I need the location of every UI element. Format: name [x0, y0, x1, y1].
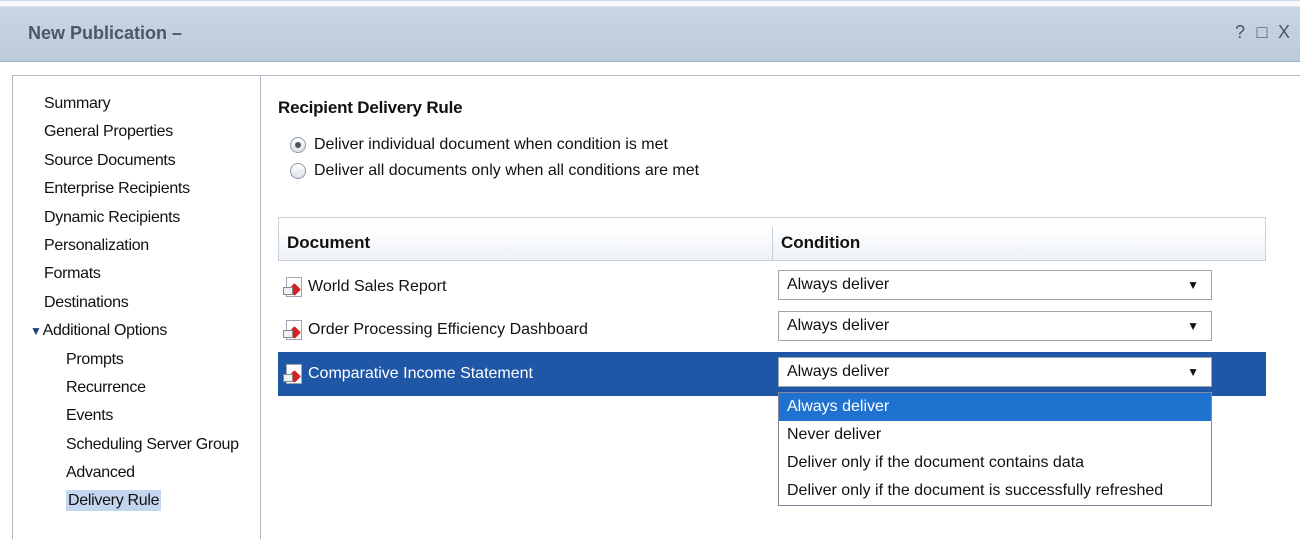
- dropdown-option-successfully-refreshed[interactable]: Deliver only if the document is successf…: [779, 477, 1211, 505]
- sidebar-item-additional-options[interactable]: ▼Additional Options: [30, 317, 260, 345]
- sidebar-item-delivery-rule[interactable]: Delivery Rule: [30, 487, 260, 515]
- radio-deliver-individual[interactable]: Deliver individual document when conditi…: [290, 132, 699, 158]
- sidebar-item-label: Events: [66, 407, 114, 425]
- sidebar-item-label: Formats: [44, 265, 101, 283]
- radio-label: Deliver all documents only when all cond…: [314, 162, 700, 179]
- condition-value: Always deliver: [787, 276, 890, 293]
- sidebar-item-general-properties[interactable]: General Properties: [30, 118, 260, 146]
- sidebar-item-label: Scheduling Server Group: [66, 435, 239, 453]
- grid-top-border: [278, 217, 1266, 227]
- document-icon: [283, 320, 302, 340]
- column-header-document[interactable]: Document: [279, 227, 773, 260]
- table-row[interactable]: World Sales Report Always deliver ▼: [278, 265, 1266, 309]
- condition-dropdown-list: Always deliver Never deliver Deliver onl…: [778, 392, 1212, 506]
- section-title: Recipient Delivery Rule: [278, 98, 463, 117]
- dropdown-option-contains-data[interactable]: Deliver only if the document contains da…: [779, 449, 1211, 477]
- condition-value: Always deliver: [787, 317, 890, 334]
- sidebar-item-label: Source Documents: [44, 151, 176, 169]
- document-cell: World Sales Report: [278, 277, 772, 297]
- sidebar-item-label: Personalization: [44, 236, 149, 254]
- radio-deliver-all[interactable]: Deliver all documents only when all cond…: [290, 158, 699, 184]
- sidebar-item-label: Dynamic Recipients: [44, 208, 180, 226]
- document-name: World Sales Report: [308, 278, 447, 295]
- document-name: Order Processing Efficiency Dashboard: [308, 321, 588, 338]
- sidebar-item-formats[interactable]: Formats: [30, 260, 260, 288]
- sidebar-item-label: Enterprise Recipients: [44, 180, 190, 198]
- sidebar-item-label: Additional Options: [42, 322, 168, 340]
- radio-button-unchecked[interactable]: [290, 163, 306, 179]
- sidebar-item-advanced[interactable]: Advanced: [30, 459, 260, 487]
- sidebar-divider: [260, 76, 261, 539]
- column-header-condition[interactable]: Condition: [773, 227, 1265, 260]
- sidebar-item-label: Summary: [44, 95, 111, 112]
- dropdown-caret-icon[interactable]: ▼: [1187, 278, 1199, 292]
- window-controls: ? □ X: [1232, 22, 1292, 43]
- dropdown-option-always-deliver[interactable]: Always deliver: [779, 393, 1211, 421]
- sidebar-item-prompts[interactable]: Prompts: [30, 346, 260, 374]
- window-titlebar: New Publication – ? □ X: [0, 0, 1300, 62]
- sidebar-item-destinations[interactable]: Destinations: [30, 289, 260, 317]
- help-icon[interactable]: ?: [1232, 22, 1248, 43]
- sidebar-item-label: Destinations: [44, 293, 129, 311]
- sidebar-item-events[interactable]: Events: [30, 402, 260, 430]
- condition-select[interactable]: Always deliver ▼: [778, 357, 1212, 387]
- document-icon: [283, 364, 302, 384]
- table-row-selected[interactable]: Comparative Income Statement Always deli…: [278, 352, 1266, 396]
- close-icon[interactable]: X: [1276, 22, 1292, 43]
- document-cell: Order Processing Efficiency Dashboard: [278, 320, 772, 340]
- expand-arrow-icon: ▼: [30, 324, 42, 339]
- document-cell: Comparative Income Statement: [278, 364, 772, 384]
- sidebar-item-label: Prompts: [66, 350, 124, 368]
- sidebar-item-source-documents[interactable]: Source Documents: [30, 147, 260, 175]
- dropdown-caret-icon[interactable]: ▼: [1187, 319, 1199, 333]
- dropdown-caret-icon[interactable]: ▼: [1187, 365, 1199, 379]
- delivery-rule-grid: Document Condition World Sales Report Al…: [278, 217, 1266, 396]
- sidebar-item-scheduling-server-group[interactable]: Scheduling Server Group: [30, 431, 260, 459]
- condition-select[interactable]: Always deliver ▼: [778, 270, 1212, 300]
- dropdown-option-never-deliver[interactable]: Never deliver: [779, 421, 1211, 449]
- document-icon: [283, 277, 302, 297]
- condition-value: Always deliver: [787, 363, 890, 380]
- sidebar-item-label: General Properties: [44, 123, 173, 141]
- radio-label: Deliver individual document when conditi…: [314, 136, 668, 153]
- radio-button-checked[interactable]: [290, 137, 306, 153]
- condition-select[interactable]: Always deliver ▼: [778, 311, 1212, 341]
- sidebar-item-label: Recurrence: [66, 378, 146, 396]
- grid-header: Document Condition: [278, 227, 1266, 261]
- main-content: Recipient Delivery Rule Deliver individu…: [278, 98, 699, 184]
- document-name: Comparative Income Statement: [308, 365, 533, 382]
- sidebar-item-recurrence[interactable]: Recurrence: [30, 374, 260, 402]
- sidebar-item-enterprise-recipients[interactable]: Enterprise Recipients: [30, 175, 260, 203]
- sidebar-item-dynamic-recipients[interactable]: Dynamic Recipients: [30, 204, 260, 232]
- table-row[interactable]: Order Processing Efficiency Dashboard Al…: [278, 308, 1266, 352]
- window-title: New Publication –: [28, 23, 183, 43]
- sidebar-item-summary[interactable]: Summary: [30, 90, 260, 118]
- sidebar-item-label: Delivery Rule: [66, 490, 162, 512]
- maximize-icon[interactable]: □: [1254, 22, 1270, 43]
- sidebar-nav: Summary General Properties Source Docume…: [30, 90, 260, 516]
- sidebar-item-personalization[interactable]: Personalization: [30, 232, 260, 260]
- sidebar-item-label: Advanced: [66, 464, 135, 482]
